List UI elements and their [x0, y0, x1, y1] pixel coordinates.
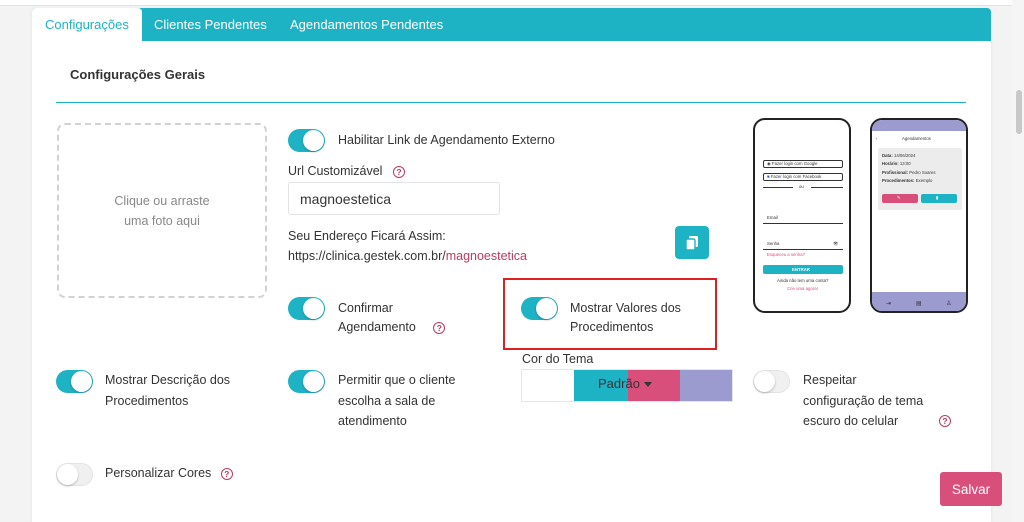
- appointment-professional: Profissional: Pedro Soares: [882, 170, 936, 175]
- tab-clientes-pendentes[interactable]: Clientes Pendentes: [154, 8, 267, 41]
- appointment-time: Horário: 13:00: [882, 161, 911, 166]
- phone-status-bar: [872, 120, 966, 131]
- show-description-label-line1: Mostrar Descrição dos: [105, 373, 231, 387]
- custom-url-input[interactable]: [288, 182, 500, 215]
- external-link-toggle[interactable]: [288, 129, 325, 152]
- custom-url-label: Url Customizável: [288, 164, 383, 178]
- password-underline: [763, 249, 843, 250]
- show-description-toggle[interactable]: [56, 370, 93, 393]
- email-field-label: Email: [767, 215, 778, 220]
- logout-icon: ⇥: [886, 301, 892, 307]
- help-icon[interactable]: ?: [220, 467, 233, 480]
- phone-preview-appointment: ‹ Agendamentos Data: 14/06/2024 Horário:…: [870, 118, 968, 313]
- trash-icon: ▮: [936, 195, 939, 200]
- tab-agendamentos-pendentes[interactable]: Agendamentos Pendentes: [290, 8, 443, 41]
- confirm-appointment-label-text: Agendamento: [338, 320, 416, 334]
- theme-color-label: Cor do Tema: [522, 352, 594, 366]
- toggle-knob: [303, 298, 324, 319]
- divider-left: [763, 187, 793, 188]
- show-values-toggle[interactable]: [521, 297, 558, 320]
- create-account-text: Crie uma agora!: [787, 286, 818, 291]
- help-icon[interactable]: ?: [392, 165, 405, 178]
- toggle-knob: [71, 371, 92, 392]
- copy-url-button[interactable]: [675, 226, 709, 259]
- external-link-label: Habilitar Link de Agendamento Externo: [338, 133, 555, 147]
- save-button[interactable]: Salvar: [940, 472, 1002, 506]
- back-chevron-icon: ‹: [876, 136, 878, 141]
- help-icon[interactable]: ?: [433, 321, 446, 334]
- no-account-text: Ainda não tem uma conta?: [777, 278, 829, 283]
- dropzone-text-line1: Clique ou arraste: [114, 193, 210, 208]
- appointment-procedures: Procedimentos: Exemplo: [882, 178, 933, 183]
- choose-room-toggle[interactable]: [288, 370, 325, 393]
- scrollbar-thumb[interactable]: [1016, 90, 1022, 134]
- show-values-label-line2: Procedimentos: [570, 320, 654, 334]
- or-text: ou: [799, 184, 804, 189]
- choose-room-label-line3: atendimento: [338, 414, 407, 428]
- theme-selected-text: Padrão: [598, 376, 640, 391]
- confirm-appointment-label-line2: Agendamento ?: [338, 316, 446, 339]
- email-underline: [763, 223, 843, 224]
- custom-colors-toggle[interactable]: [56, 463, 93, 486]
- confirm-appointment-toggle[interactable]: [288, 297, 325, 320]
- dark-mode-label-line3: escuro do celular: [803, 414, 899, 428]
- swatch-lavender: [680, 370, 732, 401]
- toggle-knob: [57, 464, 78, 485]
- divider-right: [811, 187, 843, 188]
- password-field-label: Senha: [767, 241, 780, 246]
- appointments-title: Agendamentos: [902, 136, 931, 141]
- theme-selected[interactable]: Padrão: [598, 376, 652, 391]
- delete-button: [921, 194, 957, 203]
- address-base: https://clinica.gestek.com.br/: [288, 249, 446, 263]
- tab-configuracoes[interactable]: Configurações: [32, 8, 142, 41]
- settings-card: Configurações Clientes Pendentes Agendam…: [32, 8, 1002, 522]
- swatch-white: [522, 370, 574, 401]
- help-icon[interactable]: ?: [939, 415, 951, 427]
- show-description-label-line2: Procedimentos: [105, 394, 189, 408]
- google-login-text: ◉ Fazer login com Google: [767, 161, 818, 166]
- custom-colors-label-row: Personalizar Cores ?: [105, 462, 233, 485]
- page-scrollbar[interactable]: [1012, 0, 1024, 522]
- eye-icon: 👁: [833, 241, 839, 246]
- dropzone-text-line2: uma foto aqui: [124, 213, 200, 228]
- section-title: Configurações Gerais: [70, 67, 206, 82]
- facebook-login-text: ■ Fazer login com Facebook: [767, 174, 822, 179]
- custom-url-label-row: Url Customizável ?: [288, 160, 405, 183]
- user-icon: ♙: [946, 301, 952, 307]
- section-divider: [56, 102, 966, 103]
- photo-dropzone[interactable]: Clique ou arraste uma foto aqui: [57, 123, 267, 298]
- tab-bar: Configurações Clientes Pendentes Agendam…: [32, 8, 991, 41]
- address-slug: magnoestetica: [445, 249, 528, 263]
- appointment-date: Data: 14/06/2024: [882, 153, 916, 158]
- choose-room-label-line1: Permitir que o cliente: [338, 373, 456, 387]
- caret-down-icon: [643, 382, 652, 388]
- toggle-knob: [536, 298, 557, 319]
- enter-button-text: ENTRAR: [792, 267, 810, 272]
- dark-mode-label-line1: Respeitar: [803, 373, 857, 387]
- clipboard-icon: ▤: [916, 301, 922, 307]
- copy-icon: [685, 235, 698, 251]
- forgot-password-text: Esqueceu a senha?: [767, 252, 805, 257]
- custom-colors-label: Personalizar Cores: [105, 466, 212, 480]
- toggle-knob: [303, 371, 324, 392]
- edit-icon: ✎: [897, 195, 901, 200]
- toggle-knob: [754, 371, 775, 392]
- page-top-bar: [0, 0, 1024, 6]
- phone-preview-login: ◉ Fazer login com Google ■ Fazer login c…: [753, 118, 851, 313]
- address-url: https://clinica.gestek.com.br/magnoestet…: [288, 245, 527, 268]
- toggle-knob: [303, 130, 324, 151]
- dark-mode-toggle[interactable]: [753, 370, 790, 393]
